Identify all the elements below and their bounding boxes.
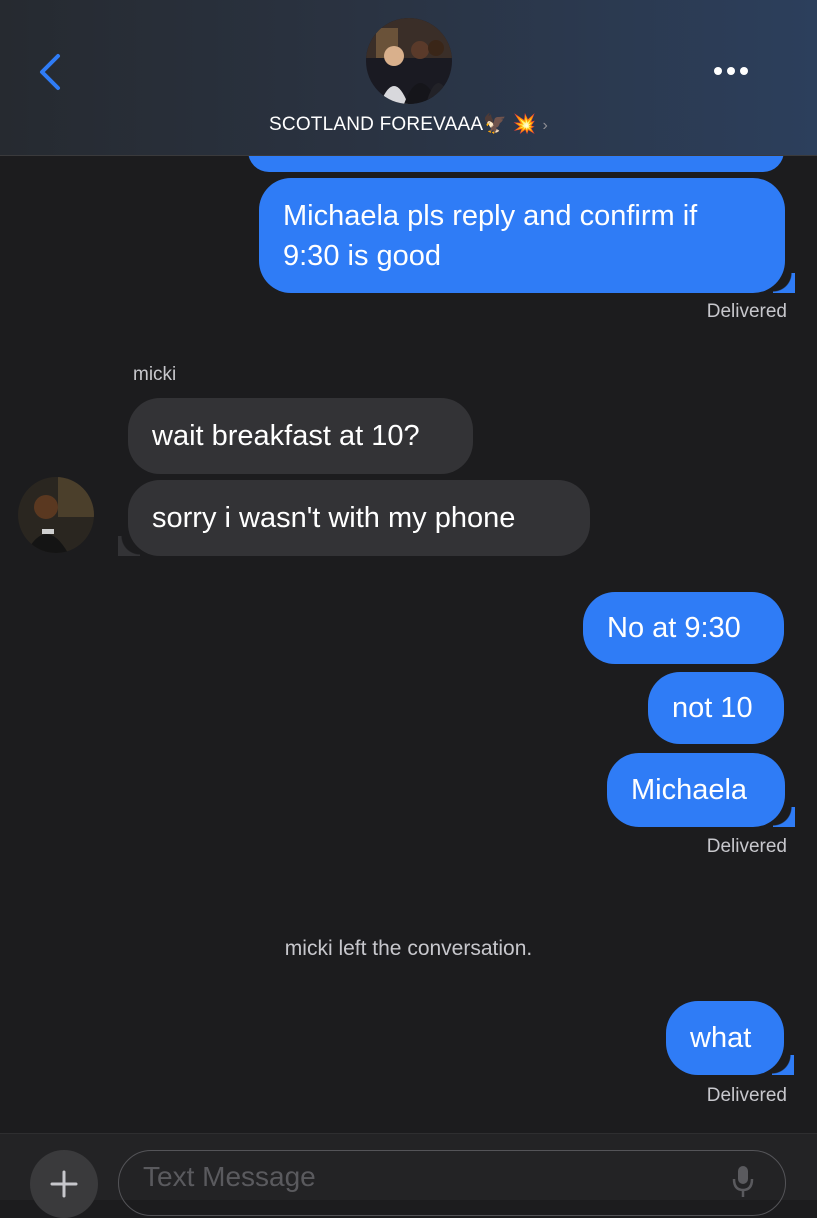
ellipsis-icon-dot — [740, 67, 748, 75]
incoming-message: sorry i wasn't with my phone — [118, 480, 590, 556]
ellipsis-icon-dot — [727, 67, 735, 75]
add-attachment-button[interactable] — [30, 1150, 98, 1218]
group-name: SCOTLAND FOREVAAA — [269, 114, 484, 135]
back-button[interactable] — [34, 52, 70, 92]
outgoing-message: No at 9:30 — [583, 592, 784, 664]
outgoing-message: Michaela — [607, 753, 795, 827]
message-text: Michaela pls reply and confirm if 9:30 i… — [283, 199, 698, 272]
outgoing-message: what — [666, 1001, 794, 1075]
conversation-title[interactable]: SCOTLAND FOREVAAA🦅 💥 › — [0, 112, 817, 136]
plus-icon — [50, 1170, 78, 1198]
sender-name: micki — [133, 364, 177, 385]
delivered-status: Delivered — [706, 1085, 787, 1106]
more-options-button[interactable] — [714, 62, 760, 82]
message-composer — [0, 1133, 817, 1218]
contact-avatar[interactable] — [18, 477, 94, 553]
conversation-header: SCOTLAND FOREVAAA🦅 💥 › — [0, 0, 817, 156]
message-text: wait breakfast at 10? — [152, 420, 420, 452]
outgoing-message: Michaela pls reply and confirm if 9:30 i… — [259, 178, 795, 293]
delivered-status: Delivered — [706, 301, 787, 322]
outgoing-message: not 10 — [648, 672, 784, 744]
incoming-message: wait breakfast at 10? — [128, 398, 473, 474]
ellipsis-icon-dot — [714, 67, 722, 75]
system-notice: micki left the conversation. — [284, 937, 533, 960]
message-input[interactable] — [118, 1150, 786, 1216]
delivered-status: Delivered — [706, 836, 787, 857]
chevron-right-icon: › — [542, 117, 548, 134]
message-text: not 10 — [672, 692, 753, 724]
message-text: No at 9:30 — [607, 612, 741, 644]
message-text: Michaela — [631, 774, 748, 806]
group-name-emoji: 🦅 💥 — [483, 114, 537, 135]
message-text: what — [690, 1022, 752, 1054]
chevron-left-icon — [40, 54, 60, 90]
group-avatar[interactable] — [366, 18, 452, 104]
message-text: sorry i wasn't with my phone — [152, 502, 516, 534]
microphone-icon[interactable] — [732, 1164, 754, 1198]
